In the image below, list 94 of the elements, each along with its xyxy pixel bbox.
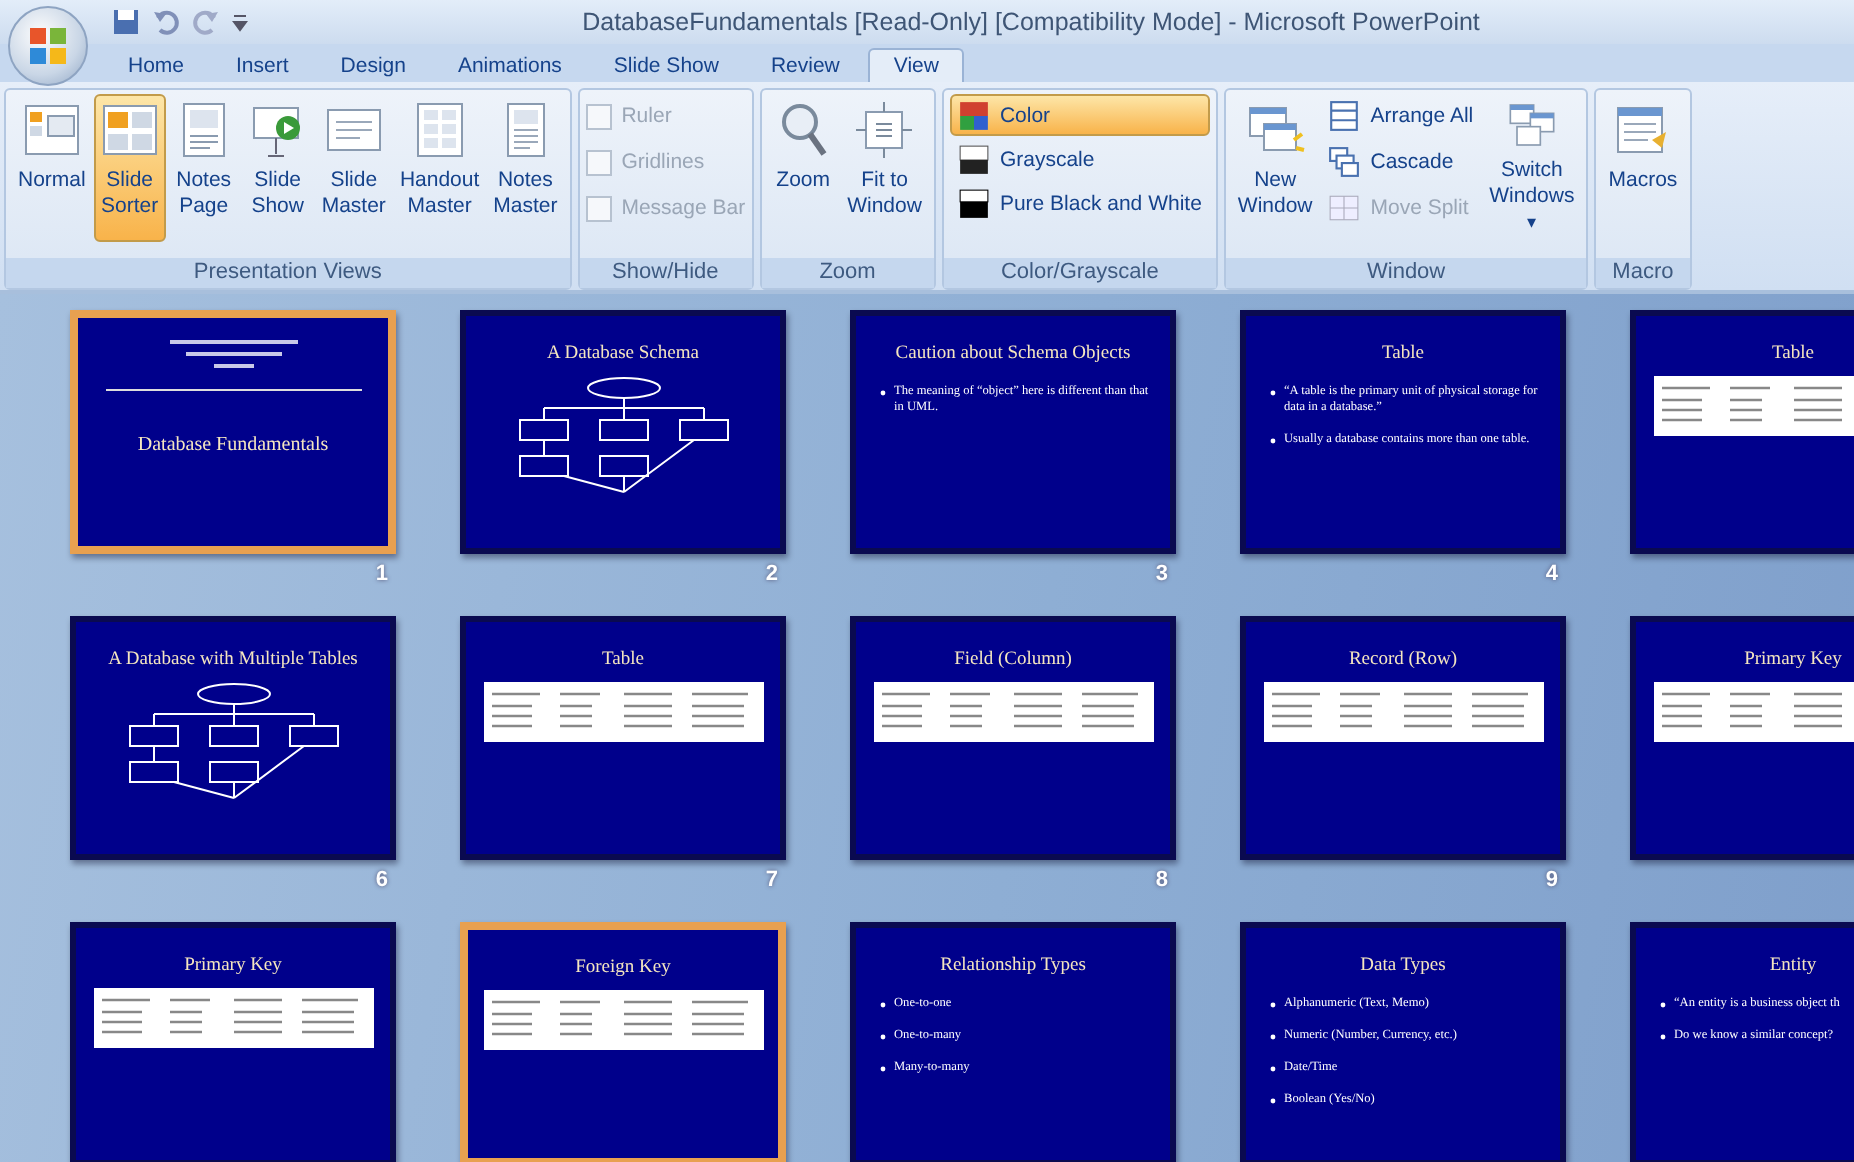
slide-title: Record (Row) <box>1348 650 1458 670</box>
office-logo <box>26 24 70 68</box>
ribbon-button[interactable]: Notes Master <box>487 94 564 242</box>
slide-thumbnail[interactable]: Record (Row) <box>1240 616 1566 860</box>
group-label: Show/Hide <box>579 258 752 288</box>
arrange-windows-icon <box>1328 99 1361 131</box>
slide-title: Primary Key <box>184 956 282 976</box>
group-label: Color/Grayscale <box>943 258 1216 288</box>
checkbox-label: Ruler <box>621 104 672 128</box>
office-button[interactable] <box>8 6 88 86</box>
slide-title: Database Fundamentals <box>137 434 329 456</box>
slide-number: 1 <box>375 562 388 586</box>
ribbon-button[interactable]: Handout Master <box>393 94 486 242</box>
group-label: Presentation Views <box>6 258 570 288</box>
ribbon-button[interactable]: Notes Page <box>167 94 240 242</box>
slide-title: Primary Key <box>1744 650 1842 670</box>
window-title: DatabaseFundamentals [Read-Only] [Compatibility Mode] - Microsoft PowerPoint <box>580 8 1482 36</box>
slide-thumbnail[interactable]: Table <box>1630 310 1854 554</box>
slide-thumbnail[interactable]: A Database with Multiple Tables <box>70 616 396 860</box>
ribbon-tab[interactable]: Review <box>746 48 864 82</box>
bullet-icon <box>1270 390 1276 396</box>
ribbon-button[interactable]: Slide Show <box>241 94 314 242</box>
slide-thumbnail[interactable]: Primary Key <box>70 922 396 1162</box>
slide-grid-icon <box>99 100 160 160</box>
slide-title: Foreign Key <box>575 958 671 978</box>
slide-title: Caution about Schema Objects <box>895 344 1131 364</box>
slide-number: 8 <box>1155 868 1168 892</box>
contrast-swatch-icon <box>957 187 990 219</box>
slide-title: Table <box>1772 344 1814 364</box>
bullet-icon <box>880 1066 886 1072</box>
split-icon <box>1328 191 1361 223</box>
bullet-icon <box>1660 1002 1666 1008</box>
slide-title: Relationship Types <box>940 956 1086 976</box>
slide-number: 6 <box>375 868 388 892</box>
slide-title: Table <box>602 650 644 670</box>
ribbon-tab[interactable]: Home <box>104 48 209 82</box>
slide-title: Field (Column) <box>954 650 1072 670</box>
slide-title: Entity <box>1769 956 1817 976</box>
slide-thumbnail[interactable]: Field (Column) <box>850 616 1176 860</box>
color-mode-button[interactable]: Pure Black and White <box>949 182 1210 224</box>
group-label: Macro <box>1596 258 1690 288</box>
ribbon-tab[interactable]: Insert <box>212 48 313 82</box>
ribbon-button[interactable]: Fit to Window <box>841 94 928 242</box>
slide-number: 7 <box>765 868 778 892</box>
color-mode-button[interactable]: Color <box>949 94 1210 136</box>
slide-title: A Database with Multiple Tables <box>108 650 358 670</box>
group-label: Zoom <box>761 258 934 288</box>
group-label: Window <box>1225 258 1587 288</box>
window-button[interactable]: Cascade <box>1320 140 1482 182</box>
slide-thumbnail[interactable]: Primary Key <box>1630 616 1854 860</box>
cascade-icon <box>1328 145 1361 177</box>
bullet-icon <box>1270 1002 1276 1008</box>
grayscale-swatch-icon <box>957 143 990 175</box>
slide-title: A Database Schema <box>547 344 699 364</box>
ribbon-button[interactable]: Zoom <box>767 94 840 242</box>
bullet-icon <box>880 1034 886 1040</box>
slide-thumbnail[interactable]: Table <box>460 616 786 860</box>
ribbon-tab[interactable]: Animations <box>433 48 586 82</box>
bullet-icon <box>1270 438 1276 444</box>
layout-icon <box>21 100 82 160</box>
ribbon-button[interactable]: Macros <box>1602 94 1684 242</box>
ribbon-tab[interactable]: Slide Show <box>589 48 743 82</box>
ribbon-button[interactable]: New Window <box>1231 94 1319 242</box>
bullet-icon <box>1270 1034 1276 1040</box>
fit-window-icon <box>854 100 915 160</box>
slide-title: Data Types <box>1360 956 1446 976</box>
slide-title: Table <box>1382 344 1424 364</box>
slide-number: 3 <box>1155 562 1168 586</box>
bullet-icon <box>1270 1066 1276 1072</box>
save-icon[interactable] <box>112 8 140 36</box>
ribbon-button[interactable]: Switch Windows ▾ <box>1483 94 1581 242</box>
redo-icon[interactable] <box>192 8 220 36</box>
ribbon-button[interactable]: Slide Sorter <box>93 94 166 242</box>
window-button[interactable]: Arrange All <box>1320 94 1482 136</box>
bullet-icon <box>1660 1034 1666 1040</box>
checkbox-label: Message Bar <box>621 196 746 220</box>
checkbox-label: Gridlines <box>621 150 705 174</box>
slide-number: 2 <box>765 562 778 586</box>
bullet-icon <box>880 390 886 396</box>
customize-toolbar-icon[interactable] <box>232 12 248 32</box>
ribbon-tab[interactable]: Design <box>316 48 430 82</box>
ribbon-tab[interactable]: View <box>867 48 965 82</box>
color-mode-icon <box>957 99 990 131</box>
ribbon-button[interactable]: Normal <box>12 94 92 242</box>
undo-icon[interactable] <box>152 8 180 36</box>
slide-thumbnail[interactable]: Database Fundamentals <box>70 310 396 554</box>
slide-number: 4 <box>1545 562 1558 586</box>
bullet-icon <box>1270 1098 1276 1104</box>
color-mode-button[interactable]: Grayscale <box>949 138 1210 180</box>
bullet-icon <box>880 1002 886 1008</box>
slide-thumbnail[interactable]: Foreign Key <box>460 922 786 1162</box>
slide-thumbnail[interactable]: A Database Schema <box>460 310 786 554</box>
slide-number: 9 <box>1545 868 1558 892</box>
ribbon-button[interactable]: Slide Master <box>315 94 392 242</box>
